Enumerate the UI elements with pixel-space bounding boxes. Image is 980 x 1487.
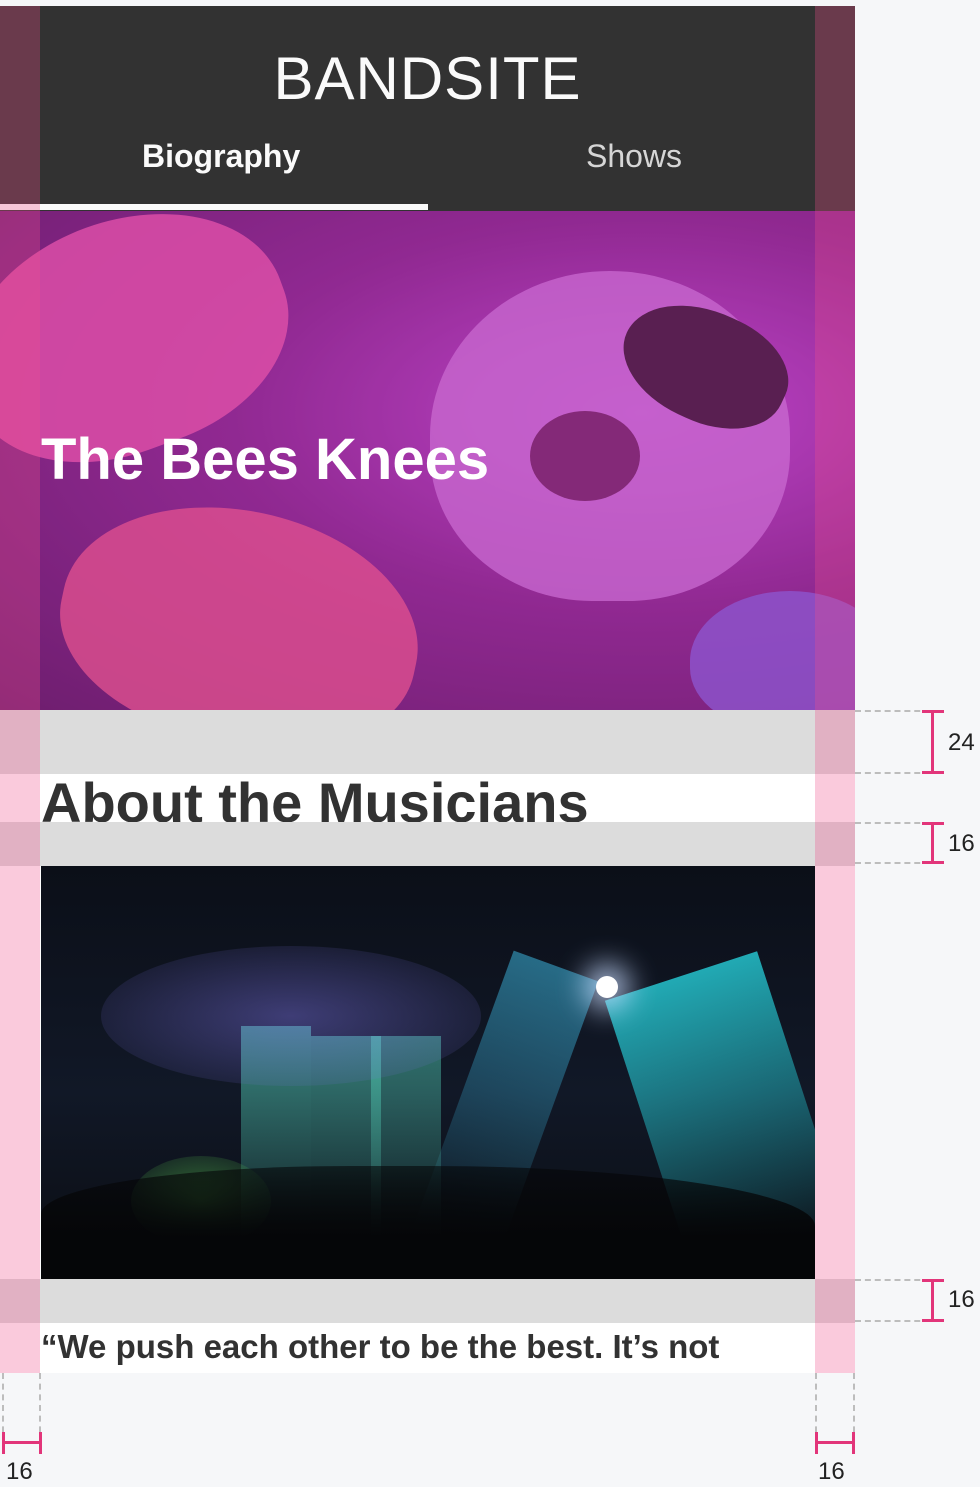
left-gutter-overlay	[0, 6, 40, 1373]
dimension-marker	[815, 1432, 855, 1454]
dimension-label: 16	[948, 830, 975, 857]
mobile-frame: BANDSITE Biography Shows The Bees Knees …	[0, 6, 855, 1373]
brand-logo[interactable]: BANDSITE	[0, 44, 855, 113]
dimension-label: 16	[6, 1458, 33, 1485]
spotlight-icon	[596, 976, 618, 998]
tab-shows[interactable]: Shows	[586, 138, 682, 175]
dimension-marker	[922, 710, 944, 774]
dimension-label: 16	[948, 1286, 975, 1313]
hero-title: The Bees Knees	[41, 427, 490, 492]
active-tab-indicator	[0, 204, 428, 210]
concert-image	[41, 866, 815, 1279]
musician-quote: “We push each other to be the best. It’s…	[41, 1328, 720, 1365]
dimension-marker	[2, 1432, 42, 1454]
spacing-block-top	[0, 710, 855, 774]
hero-banner: The Bees Knees	[0, 211, 855, 716]
right-gutter-overlay	[815, 6, 855, 1373]
dimension-label: 16	[818, 1458, 845, 1485]
spacing-block-after-title	[0, 822, 855, 866]
crowd-silhouette	[41, 1166, 815, 1279]
dimension-label: 24	[948, 729, 975, 756]
site-header: BANDSITE Biography Shows	[0, 6, 855, 211]
spacing-block-after-image	[0, 1279, 855, 1323]
tab-biography[interactable]: Biography	[142, 138, 300, 175]
purple-haze	[101, 946, 481, 1086]
dimension-marker	[922, 822, 944, 864]
dimension-marker	[922, 1279, 944, 1322]
